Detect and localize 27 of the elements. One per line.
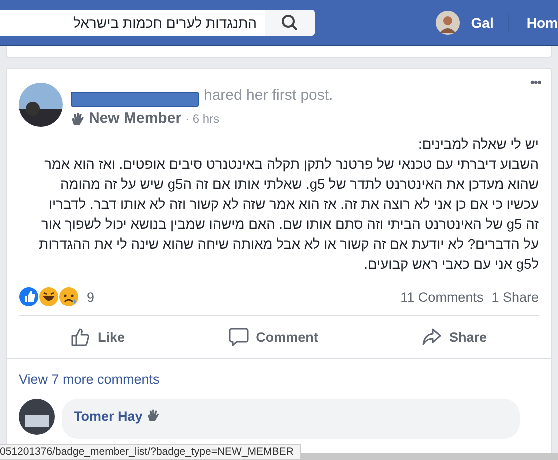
post-text: יש לי שאלה למבינים: השבוע דיברתי עם טכנאי של פרטנר לתקן תקלה באינטנרט סיבים אופטים. ואז הוא אמר שהוא מעדכן את האינטרנט לתדר של g5. שאלתי אותו אם זה הg5 שיש על זה מהומה עכשיו כי אם כן אני לא רוצה את זה. אז הוא אמר שזה לא קשור וזה לא אותו דבר. לדבריו זה g5 של האינטרנט הביתי וזה סתם אותו שם. האם מישהו שמבין בנושא יכול לשפוך אור על הדברים? לא יודעת אם זה קשור או לא אבל מאותה שיחה שהוא שינה לי את ההגדרות לg5 אני עם כאבי ראש קבועים. [38, 136, 539, 274]
hand-icon [146, 409, 160, 422]
profile-link[interactable]: Gal [471, 14, 494, 30]
comment-button[interactable]: Comment [205, 320, 342, 354]
search-button[interactable] [265, 10, 315, 36]
member-badge[interactable]: New Member [89, 110, 182, 127]
comments-count[interactable]: 11 Comments [400, 290, 484, 304]
search-icon [281, 14, 299, 32]
post-time[interactable]: · 6 hrs [186, 112, 220, 126]
hand-icon [71, 112, 85, 126]
shares-count[interactable]: 1 Share [492, 290, 539, 304]
post-headline: hared her first post. [204, 87, 334, 104]
search-field[interactable]: התנגדות לערים חכמות בישראל [0, 10, 265, 36]
status-bar-url: 051201376/badge_member_list/?badge_type=NEW_MEMBER [0, 444, 301, 460]
more-options-button[interactable]: ••• [530, 75, 541, 90]
share-arrow-icon [422, 327, 442, 347]
share-button[interactable]: Share [398, 320, 511, 354]
avatar-icon[interactable] [19, 83, 63, 127]
view-more-comments-link[interactable]: View 7 more comments [19, 372, 160, 387]
comment-author[interactable]: Tomer Hay [74, 409, 143, 424]
speech-bubble-icon [229, 327, 250, 347]
avatar-icon[interactable] [19, 399, 55, 435]
reaction-icons[interactable] [19, 287, 81, 307]
reaction-count[interactable]: 9 [87, 290, 95, 304]
thumbs-up-icon [71, 327, 92, 347]
home-link[interactable]: Hom [526, 14, 558, 30]
like-button[interactable]: Like [47, 320, 150, 354]
